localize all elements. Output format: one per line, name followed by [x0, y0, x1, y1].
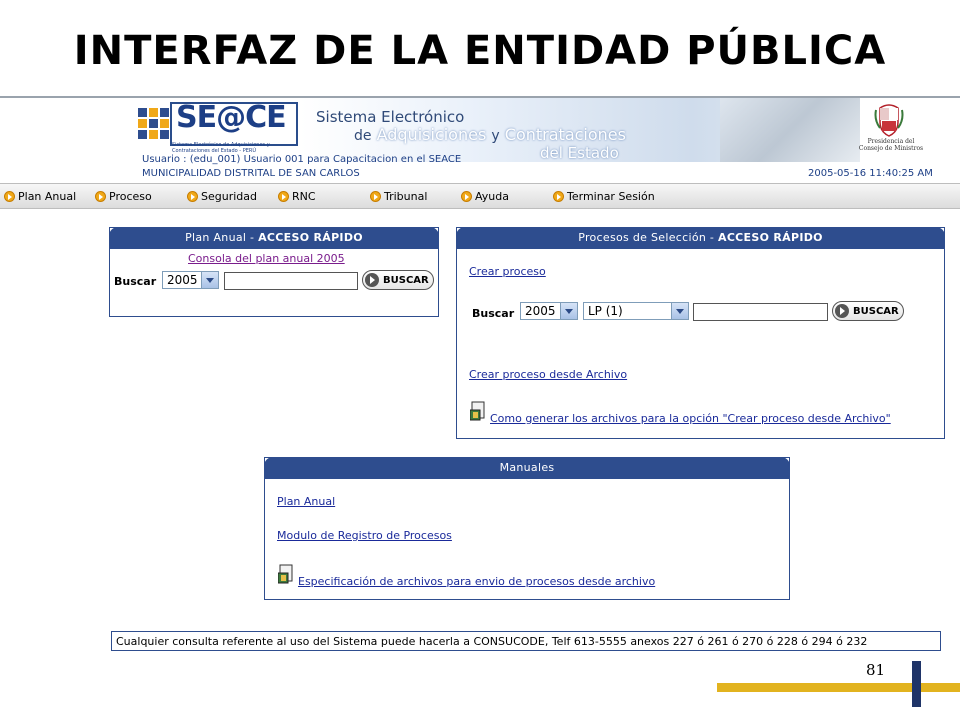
menu-item-tribunal[interactable]: Tribunal [370, 188, 427, 204]
menu-item-terminar-sesion[interactable]: Terminar Sesión [553, 188, 655, 204]
manual-plan-anual-link[interactable]: Plan Anual [277, 495, 335, 508]
menu-item-ayuda[interactable]: Ayuda [461, 188, 509, 204]
menu-item-plan-anual[interactable]: Plan Anual [4, 188, 76, 204]
manuales-panel: Manuales Plan Anual Modulo de Registro d… [264, 457, 790, 600]
main-menu-bar: Plan Anual Proceso Seguridad RNC Tribuna… [0, 183, 960, 209]
plan-search-button[interactable]: BUSCAR [362, 270, 434, 290]
how-to-generate-files-link[interactable]: Como generar los archivos para la opción… [490, 412, 891, 425]
logo-subtitle: Sistema Electrónico de Adquisiciones y C… [172, 142, 270, 154]
seace-logo: SE@CE [176, 100, 287, 135]
arrow-circle-icon [187, 190, 198, 202]
chevron-down-icon [560, 303, 577, 319]
support-contact-bar: Cualquier consulta referente al uso del … [111, 631, 941, 651]
arrow-circle-icon [461, 190, 472, 202]
system-title-line2: de Adquisiciones y Contrataciones [354, 125, 626, 144]
header-photo [720, 98, 860, 162]
seace-header: SE@CE Sistema Electrónico de Adquisicion… [0, 98, 960, 182]
pcm-label: Presidencia del Consejo de Ministros [858, 138, 924, 152]
plan-search-input[interactable] [224, 272, 358, 290]
coat-of-arms-icon [874, 104, 904, 137]
proc-search-input[interactable] [693, 303, 828, 321]
user-info: Usuario : (edu_001) Usuario 001 para Cap… [142, 154, 462, 165]
create-from-file-link[interactable]: Crear proceso desde Archivo [469, 368, 627, 381]
play-icon [835, 304, 849, 318]
entity-name: MUNICIPALIDAD DISTRITAL DE SAN CARLOS [142, 168, 360, 179]
document-icon [278, 564, 293, 584]
menu-item-proceso[interactable]: Proceso [95, 188, 152, 204]
plan-year-select[interactable]: 2005 [162, 271, 219, 289]
proc-type-select[interactable]: LP (1) [583, 302, 689, 320]
arrow-circle-icon [95, 190, 106, 202]
plan-anual-panel: Plan Anual - ACCESO RÁPIDO Consola del p… [109, 227, 439, 317]
decorative-gold-bar [717, 683, 960, 692]
proc-year-select[interactable]: 2005 [520, 302, 578, 320]
system-title-line3: del Estado [540, 144, 619, 162]
system-title-line1: Sistema Electrónico [316, 108, 465, 126]
arrow-circle-icon [4, 190, 15, 202]
menu-item-seguridad[interactable]: Seguridad [187, 188, 257, 204]
page-number: 81 [866, 661, 886, 679]
plan-search-label: Buscar [114, 275, 157, 288]
decorative-navy-bar [912, 661, 921, 707]
proc-search-label: Buscar [472, 307, 515, 320]
create-process-link[interactable]: Crear proceso [469, 265, 546, 278]
arrow-circle-icon [370, 190, 381, 202]
menu-item-rnc[interactable]: RNC [278, 188, 316, 204]
seace-logo-icon [138, 108, 170, 140]
chevron-down-icon [201, 272, 218, 288]
proc-panel-title: Procesos de Selección - ACCESO RÁPIDO [456, 227, 945, 249]
document-icon [470, 401, 485, 421]
manual-especificacion-link[interactable]: Especificación de archivos para envio de… [298, 575, 655, 588]
manuals-panel-title: Manuales [264, 457, 790, 479]
play-icon [365, 273, 379, 287]
manual-registro-procesos-link[interactable]: Modulo de Registro de Procesos [277, 529, 452, 542]
arrow-circle-icon [278, 190, 289, 202]
session-datetime: 2005-05-16 11:40:25 AM [808, 168, 933, 179]
plan-console-link[interactable]: Consola del plan anual 2005 [188, 252, 345, 265]
chevron-down-icon [671, 303, 688, 319]
slide-title: INTERFAZ DE LA ENTIDAD PÚBLICA [73, 28, 887, 74]
plan-panel-title: Plan Anual - ACCESO RÁPIDO [109, 227, 439, 249]
proc-search-button[interactable]: BUSCAR [832, 301, 904, 321]
arrow-circle-icon [553, 190, 564, 202]
procesos-panel: Procesos de Selección - ACCESO RÁPIDO Cr… [456, 227, 945, 439]
